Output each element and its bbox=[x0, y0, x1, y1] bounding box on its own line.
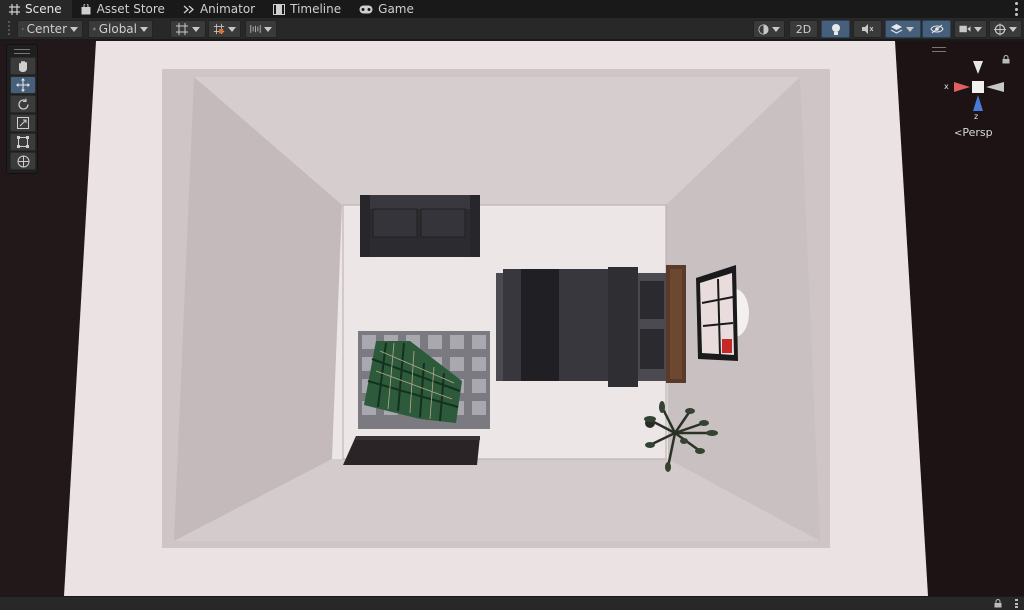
low-bench-model bbox=[343, 436, 480, 465]
lighting-toggle[interactable] bbox=[821, 20, 850, 38]
grid-snap-icon bbox=[176, 23, 188, 35]
neg-x-axis-cone[interactable] bbox=[986, 82, 1004, 92]
bed-model bbox=[496, 265, 686, 387]
projection-label: Persp bbox=[962, 126, 993, 139]
chevron-down-icon bbox=[70, 26, 78, 32]
scale-tool-button[interactable] bbox=[10, 114, 36, 132]
tab-timeline[interactable]: Timeline bbox=[265, 0, 351, 18]
chevron-down-icon bbox=[974, 26, 982, 32]
pivot-mode-dropdown[interactable]: Center bbox=[17, 20, 83, 38]
lock-icon[interactable] bbox=[994, 599, 1002, 608]
bottom-bar bbox=[0, 596, 1024, 610]
handle-space-label: Global bbox=[98, 22, 137, 36]
mode-2d-toggle[interactable]: 2D bbox=[789, 20, 818, 38]
sofa-model bbox=[360, 195, 480, 257]
draw-mode-dropdown[interactable] bbox=[753, 20, 785, 38]
scale-icon bbox=[17, 117, 29, 129]
rotate-icon bbox=[17, 98, 29, 110]
scene-render bbox=[0, 41, 1024, 596]
orientation-gizmo[interactable]: x z <Persp bbox=[942, 48, 1012, 140]
tab-label: Game bbox=[378, 2, 414, 16]
pivot-center-icon bbox=[22, 28, 24, 30]
globe-icon bbox=[93, 27, 96, 31]
hidden-eye-icon bbox=[929, 24, 944, 34]
pivot-mode-label: Center bbox=[26, 22, 67, 36]
animator-icon bbox=[183, 3, 195, 15]
y-axis-cone[interactable] bbox=[973, 61, 983, 74]
rotate-tool-button[interactable] bbox=[10, 95, 36, 113]
align-icon bbox=[250, 25, 261, 33]
toolbar-grip bbox=[8, 21, 10, 37]
film-icon bbox=[273, 3, 286, 15]
z-axis-cone[interactable] bbox=[973, 95, 983, 111]
chevron-down-icon bbox=[192, 26, 200, 32]
effects-dropdown[interactable] bbox=[885, 20, 921, 38]
rect-tool-button[interactable] bbox=[10, 133, 36, 151]
tab-label: Animator bbox=[199, 2, 256, 16]
tab-label: Asset Store bbox=[96, 2, 165, 16]
transform-tools-palette bbox=[6, 44, 38, 174]
mode-2d-label: 2D bbox=[795, 22, 812, 36]
z-axis-label: z bbox=[974, 112, 979, 121]
x-axis-label: x bbox=[944, 82, 949, 91]
align-snapping-dropdown[interactable] bbox=[245, 20, 277, 38]
hand-tool-button[interactable] bbox=[10, 57, 36, 75]
x-axis-cone[interactable] bbox=[954, 82, 970, 92]
tab-label: Timeline bbox=[290, 2, 342, 16]
camera-icon bbox=[959, 25, 971, 33]
transform-combo-icon bbox=[17, 155, 29, 167]
chevron-down-icon bbox=[228, 26, 236, 32]
gamepad-icon bbox=[359, 3, 373, 15]
gizmos-dropdown[interactable] bbox=[989, 20, 1022, 38]
tab-label: Scene bbox=[25, 2, 62, 16]
rect-transform-icon bbox=[17, 136, 29, 148]
tab-game[interactable]: Game bbox=[351, 0, 424, 18]
shading-sphere-icon bbox=[758, 23, 769, 35]
scene-toolbar: Center Global 2D bbox=[0, 18, 1024, 40]
move-tool-button[interactable] bbox=[10, 76, 36, 94]
palette-grip[interactable] bbox=[14, 49, 30, 54]
light-bulb-icon bbox=[831, 23, 840, 35]
transform-tool-button[interactable] bbox=[10, 152, 36, 170]
chevron-down-icon bbox=[140, 26, 148, 32]
grid-icon bbox=[8, 3, 20, 15]
increment-snap-icon bbox=[213, 23, 225, 35]
camera-settings-dropdown[interactable] bbox=[954, 20, 987, 38]
hand-icon bbox=[19, 60, 27, 72]
handle-space-dropdown[interactable]: Global bbox=[88, 20, 153, 38]
audio-toggle[interactable] bbox=[853, 20, 882, 38]
move-arrows-icon bbox=[16, 78, 30, 92]
mute-speaker-icon bbox=[862, 24, 874, 34]
chevron-down-icon bbox=[1009, 26, 1017, 32]
gizmo-target-icon bbox=[994, 23, 1006, 35]
shopping-bag-icon bbox=[80, 3, 92, 15]
tab-animator[interactable]: Animator bbox=[175, 0, 265, 18]
more-options-icon[interactable] bbox=[1014, 2, 1018, 16]
chevron-down-icon bbox=[906, 26, 914, 32]
projection-toggle[interactable]: <Persp bbox=[954, 126, 993, 139]
grid-snapping-dropdown[interactable] bbox=[170, 20, 206, 38]
more-options-icon[interactable] bbox=[1015, 599, 1018, 608]
center-cube[interactable] bbox=[972, 81, 984, 93]
scene-viewport[interactable] bbox=[0, 41, 1024, 596]
tab-asset-store[interactable]: Asset Store bbox=[72, 0, 175, 18]
editor-tab-bar: Scene Asset Store Animator Timeline Game bbox=[0, 0, 1024, 18]
tab-scene[interactable]: Scene bbox=[0, 0, 72, 18]
scene-visibility-toggle[interactable] bbox=[922, 20, 951, 38]
chevron-down-icon bbox=[772, 26, 780, 32]
layers-icon bbox=[890, 24, 903, 34]
increment-snapping-dropdown[interactable] bbox=[208, 20, 241, 38]
chevron-down-icon bbox=[264, 26, 272, 32]
